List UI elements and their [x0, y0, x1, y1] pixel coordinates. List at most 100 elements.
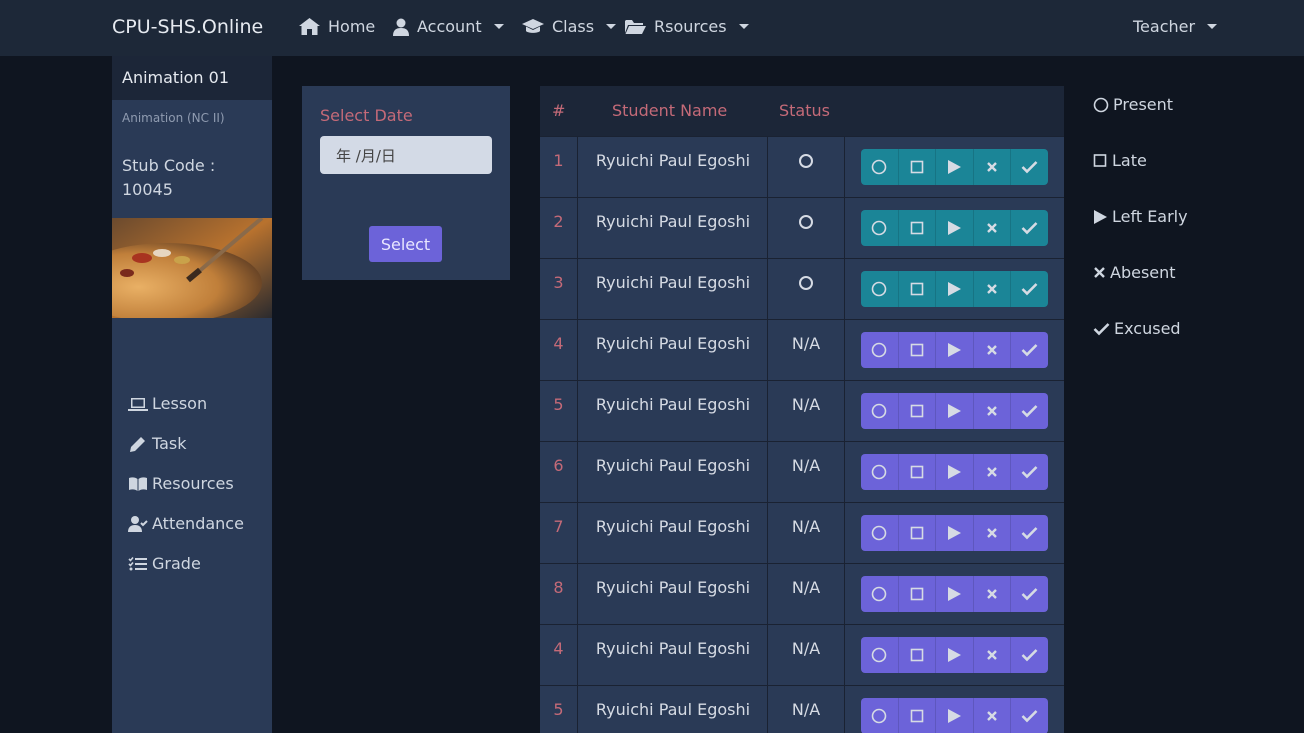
student-name: Ryuichi Paul Egoshi	[595, 212, 751, 231]
legend-label: Excused	[1114, 319, 1181, 338]
legend-left-early: Left Early	[1093, 207, 1188, 226]
mark-excused-button[interactable]	[1011, 393, 1048, 429]
nav-account[interactable]: Account	[393, 17, 504, 36]
mark-left-early-button[interactable]	[936, 637, 974, 673]
check-icon	[1093, 322, 1110, 335]
play-icon	[947, 586, 962, 602]
mark-late-button[interactable]	[899, 637, 937, 673]
mark-late-button[interactable]	[899, 454, 937, 490]
mark-absent-button[interactable]	[974, 271, 1012, 307]
row-number: 5	[553, 700, 564, 719]
mark-present-button[interactable]	[861, 576, 899, 612]
mark-present-button[interactable]	[861, 332, 899, 368]
student-name: Ryuichi Paul Egoshi	[595, 151, 751, 170]
mark-absent-button[interactable]	[974, 332, 1012, 368]
mark-excused-button[interactable]	[1011, 454, 1048, 490]
mark-late-button[interactable]	[899, 515, 937, 551]
mark-present-button[interactable]	[861, 515, 899, 551]
select-button[interactable]: Select	[369, 226, 442, 262]
nav-user-menu[interactable]: Teacher	[1133, 17, 1218, 36]
nav-class[interactable]: Class	[522, 17, 617, 36]
mark-present-button[interactable]	[861, 149, 899, 185]
circle-icon	[871, 220, 887, 236]
mark-late-button[interactable]	[899, 210, 937, 246]
sidebar-item-grade[interactable]: Grade	[128, 554, 201, 573]
chevron-down-icon	[1207, 24, 1218, 29]
mark-excused-button[interactable]	[1011, 637, 1048, 673]
table-row: 2 Ryuichi Paul Egoshi	[540, 197, 1064, 259]
mark-left-early-button[interactable]	[936, 271, 974, 307]
mark-excused-button[interactable]	[1011, 576, 1048, 612]
table-row: 4 Ryuichi Paul Egoshi N/A	[540, 624, 1064, 686]
mark-absent-button[interactable]	[974, 576, 1012, 612]
check-icon	[1021, 587, 1038, 601]
status-cell: N/A	[791, 578, 821, 597]
mark-absent-button[interactable]	[974, 454, 1012, 490]
nav-class-label: Class	[552, 17, 595, 36]
nav-home[interactable]: Home	[299, 17, 375, 36]
mark-left-early-button[interactable]	[936, 576, 974, 612]
play-icon	[947, 525, 962, 541]
table-row: 6 Ryuichi Paul Egoshi N/A	[540, 441, 1064, 503]
mark-present-button[interactable]	[861, 210, 899, 246]
play-icon	[947, 403, 962, 419]
square-icon	[910, 404, 924, 418]
attendance-table: # Student Name Status 1 Ryuichi Paul Egos…	[540, 86, 1064, 733]
folder-open-icon	[625, 19, 646, 34]
mark-left-early-button[interactable]	[936, 210, 974, 246]
mark-absent-button[interactable]	[974, 149, 1012, 185]
column-divider	[844, 381, 845, 442]
circle-icon	[871, 708, 887, 724]
nav-home-label: Home	[328, 17, 376, 36]
student-name: Ryuichi Paul Egoshi	[595, 639, 751, 658]
square-icon	[1093, 153, 1107, 167]
play-icon	[947, 464, 962, 480]
mark-excused-button[interactable]	[1011, 210, 1048, 246]
x-icon	[986, 588, 998, 600]
mark-present-button[interactable]	[861, 637, 899, 673]
sidebar-item-lesson[interactable]: Lesson	[128, 394, 207, 413]
mark-excused-button[interactable]	[1011, 149, 1048, 185]
mark-left-early-button[interactable]	[936, 515, 974, 551]
sidebar-item-label: Resources	[152, 474, 234, 493]
mark-late-button[interactable]	[899, 576, 937, 612]
mark-late-button[interactable]	[899, 271, 937, 307]
sidebar-item-resources[interactable]: Resources	[128, 474, 234, 493]
mark-excused-button[interactable]	[1011, 515, 1048, 551]
row-number: 3	[553, 273, 564, 292]
sidebar-item-attendance[interactable]: Attendance	[128, 514, 244, 533]
mark-absent-button[interactable]	[974, 637, 1012, 673]
x-icon	[986, 710, 998, 722]
brand-logo[interactable]: CPU-SHS.Online	[112, 16, 263, 38]
header-student-name: Student Name	[612, 101, 728, 120]
column-divider	[844, 686, 845, 733]
nav-resources-label: Rsources	[654, 17, 727, 36]
nav-resources[interactable]: Rsources	[625, 17, 749, 36]
mark-excused-button[interactable]	[1011, 698, 1048, 733]
date-input[interactable]	[320, 136, 492, 174]
status-cell	[768, 151, 844, 172]
mark-late-button[interactable]	[899, 393, 937, 429]
mark-late-button[interactable]	[899, 332, 937, 368]
mark-late-button[interactable]	[899, 698, 937, 733]
mark-present-button[interactable]	[861, 393, 899, 429]
mark-present-button[interactable]	[861, 454, 899, 490]
mark-absent-button[interactable]	[974, 393, 1012, 429]
mark-absent-button[interactable]	[974, 515, 1012, 551]
mark-present-button[interactable]	[861, 698, 899, 733]
mark-left-early-button[interactable]	[936, 393, 974, 429]
mark-present-button[interactable]	[861, 271, 899, 307]
mark-left-early-button[interactable]	[936, 454, 974, 490]
check-icon	[1021, 343, 1038, 357]
mark-excused-button[interactable]	[1011, 271, 1048, 307]
mark-left-early-button[interactable]	[936, 698, 974, 733]
mark-absent-button[interactable]	[974, 210, 1012, 246]
mark-absent-button[interactable]	[974, 698, 1012, 733]
mark-excused-button[interactable]	[1011, 332, 1048, 368]
status-cell: N/A	[791, 395, 821, 414]
sidebar-item-task[interactable]: Task	[128, 434, 187, 453]
mark-left-early-button[interactable]	[936, 149, 974, 185]
mark-late-button[interactable]	[899, 149, 937, 185]
student-name: Ryuichi Paul Egoshi	[595, 456, 751, 475]
mark-left-early-button[interactable]	[936, 332, 974, 368]
